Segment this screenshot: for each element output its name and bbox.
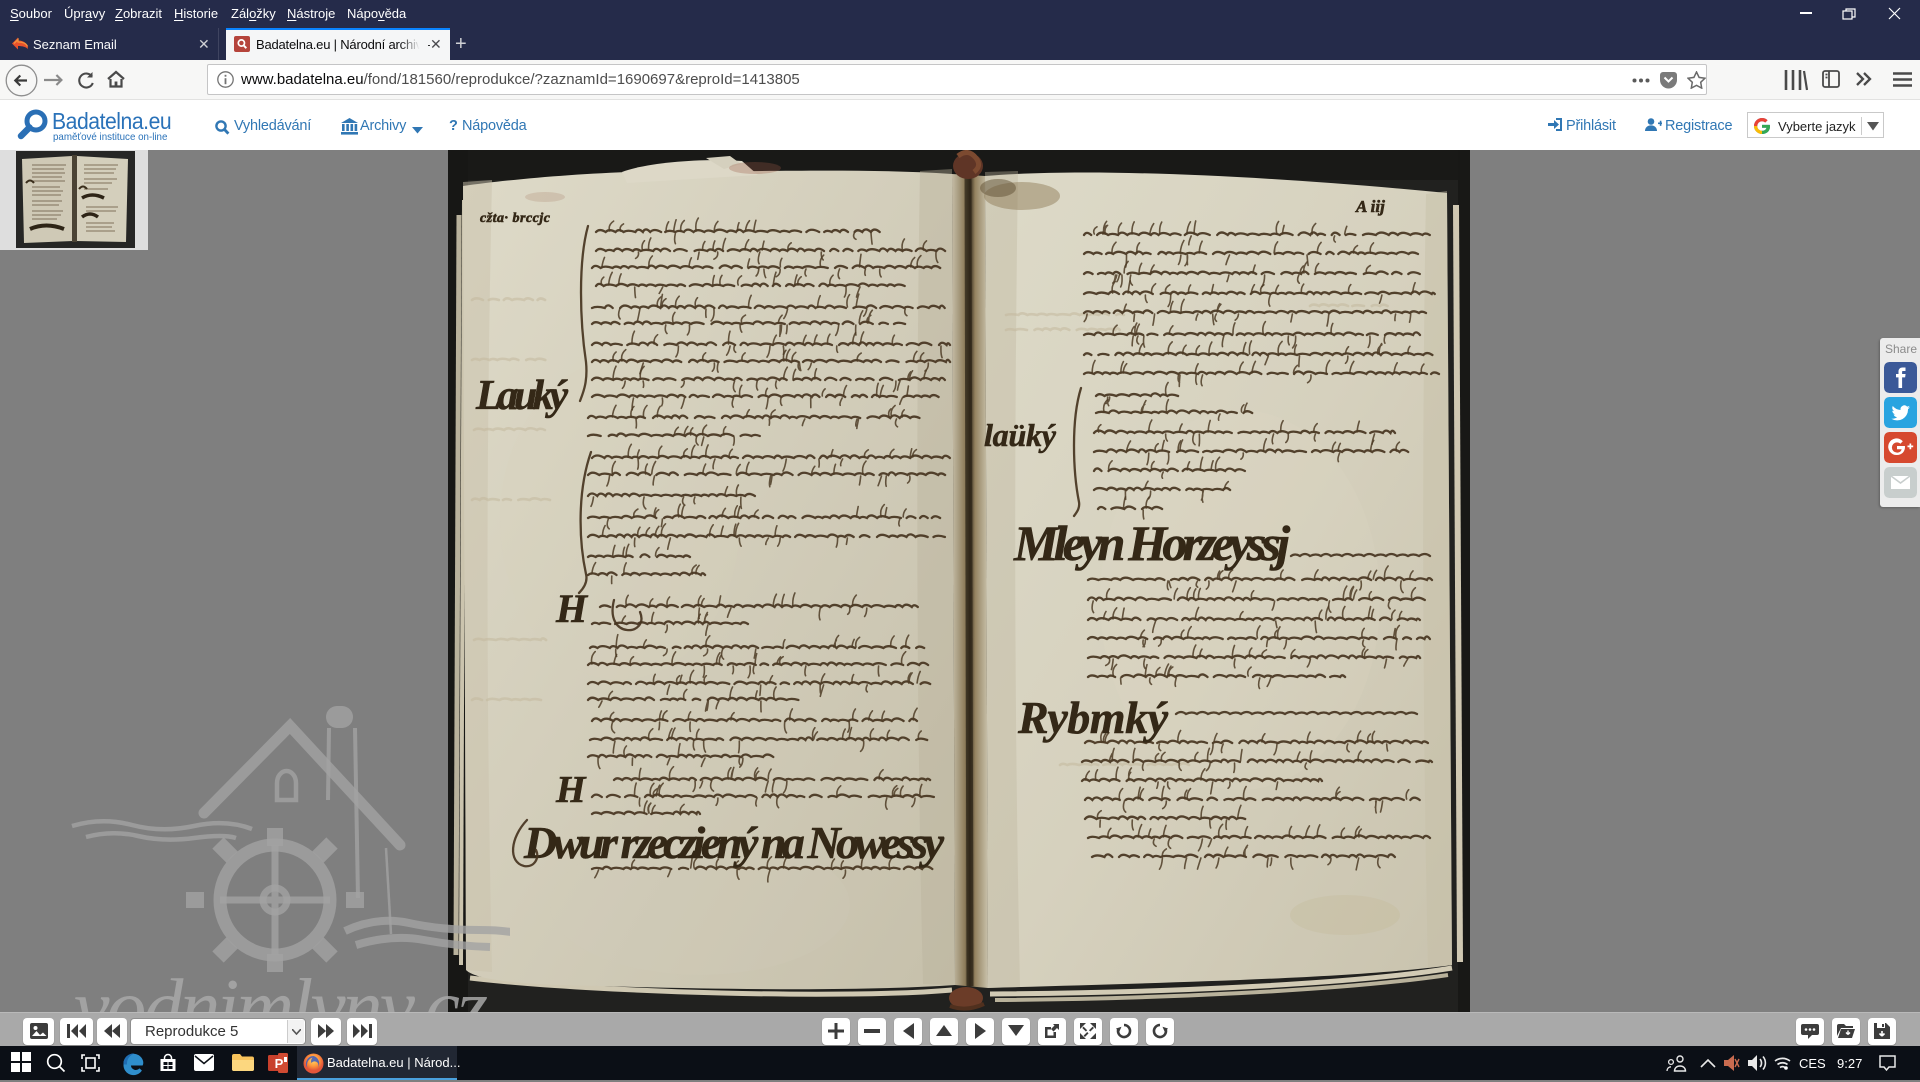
svg-text:H: H [555, 586, 589, 631]
svg-text:Rybmký: Rybmký [1017, 692, 1169, 743]
svg-text:laüký: laüký [984, 417, 1057, 453]
svg-text:Dwur rzecziený na Nowessy: Dwur rzecziený na Nowessy [523, 817, 945, 868]
svg-text:A iij: A iij [1355, 197, 1385, 216]
svg-text:Lauký: Lauký [475, 373, 568, 419]
svg-text:P: P [275, 1056, 284, 1071]
svg-text:vodnimlyny.cz: vodnimlyny.cz [74, 964, 488, 1012]
svg-text:cžta· brccjc: cžta· brccjc [480, 211, 551, 226]
svg-text:H: H [555, 769, 587, 811]
svg-text:Mleyn Horzeyssj: Mleyn Horzeyssj [1013, 515, 1291, 571]
